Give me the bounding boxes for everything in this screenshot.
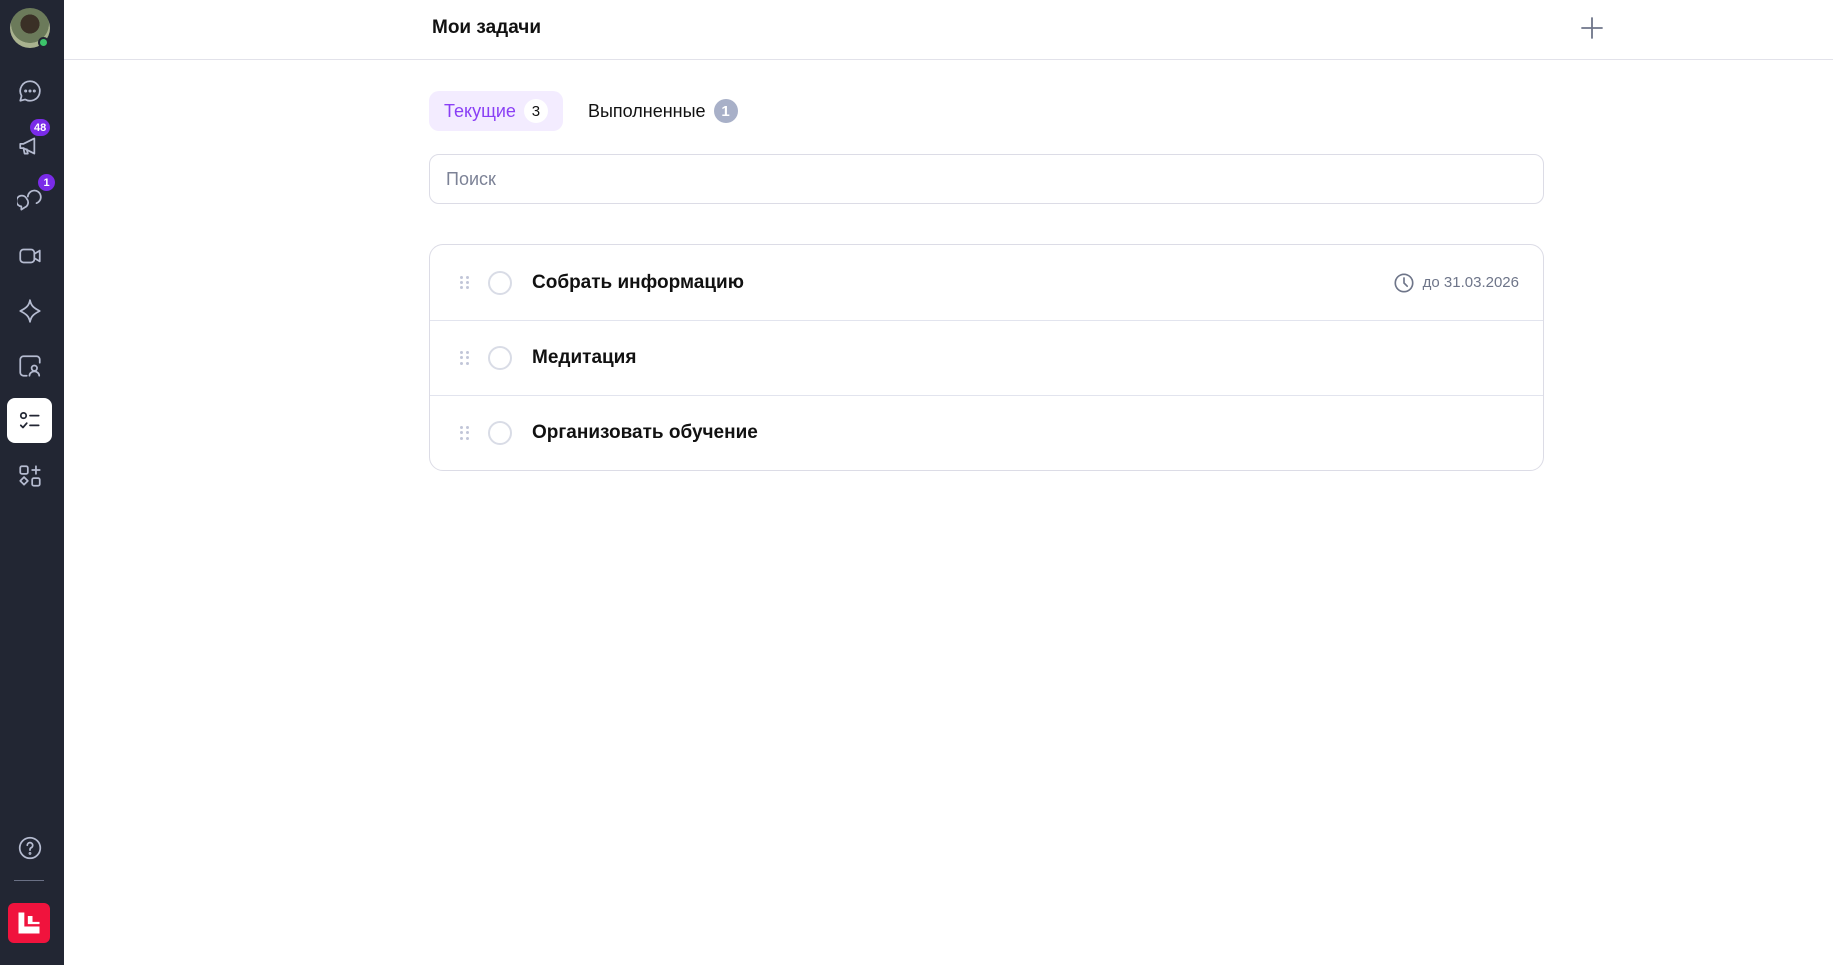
plus-icon	[1581, 17, 1603, 39]
apps-icon	[18, 464, 41, 487]
task-checkbox[interactable]	[488, 270, 512, 295]
help-icon	[18, 836, 41, 859]
contact-card-icon	[18, 354, 41, 377]
task-list: Собрать информацию до 31.03.2026 Медитац…	[429, 244, 1544, 471]
sidebar-item-video[interactable]	[7, 233, 52, 278]
task-checkbox[interactable]	[488, 346, 512, 370]
megaphone-icon	[18, 137, 35, 154]
tab-label: Выполненные	[587, 100, 706, 121]
chat-bubble-icon	[18, 79, 41, 102]
add-task-button[interactable]	[1578, 14, 1606, 42]
online-status-indicator	[38, 37, 49, 48]
tab-current[interactable]: Текущие 3	[429, 91, 563, 131]
drag-handle-icon[interactable]	[460, 351, 470, 365]
sidebar-divider	[14, 880, 44, 881]
task-due-date: до 31.03.2026	[1393, 272, 1519, 294]
sidebar-item-chats[interactable]	[7, 68, 52, 113]
tab-label: Текущие	[444, 100, 516, 121]
sparkle-icon	[18, 298, 41, 323]
sidebar-item-contacts[interactable]	[7, 343, 52, 388]
discussions-badge: 1	[38, 174, 55, 191]
announcements-badge: 48	[30, 119, 51, 136]
tab-count: 1	[713, 99, 738, 123]
task-title: Собрать информацию	[532, 271, 744, 293]
task-tabs: Текущие 3 Выполненные 1	[429, 91, 763, 131]
sidebar: 48 1	[0, 0, 64, 965]
task-row[interactable]: Медитация	[430, 320, 1543, 395]
drag-handle-icon[interactable]	[460, 275, 470, 290]
task-list-icon	[19, 411, 40, 428]
search-input[interactable]	[429, 154, 1544, 204]
task-title: Медитация	[532, 347, 637, 368]
drag-handle-icon[interactable]	[460, 426, 470, 440]
task-row[interactable]: Организовать обучение	[430, 395, 1543, 470]
task-checkbox[interactable]	[488, 421, 512, 445]
tab-count: 3	[523, 99, 548, 123]
task-title: Организовать обучение	[532, 422, 758, 443]
tab-completed[interactable]: Выполненные 1	[573, 91, 753, 131]
sidebar-item-ai[interactable]	[7, 288, 52, 333]
sidebar-item-tasks[interactable]	[7, 398, 52, 443]
header: Мои задачи	[64, 0, 1833, 60]
discussion-icon	[16, 189, 42, 211]
app-logo[interactable]	[8, 903, 50, 943]
sidebar-item-help[interactable]	[7, 825, 52, 870]
page-title: Мои задачи	[432, 17, 542, 38]
logo-icon	[18, 912, 40, 934]
task-row[interactable]: Собрать информацию до 31.03.2026	[430, 245, 1543, 320]
video-camera-icon	[18, 248, 41, 263]
clock-icon	[1394, 272, 1414, 293]
due-date-text: до 31.03.2026	[1422, 274, 1519, 291]
sidebar-item-apps[interactable]	[7, 453, 52, 498]
